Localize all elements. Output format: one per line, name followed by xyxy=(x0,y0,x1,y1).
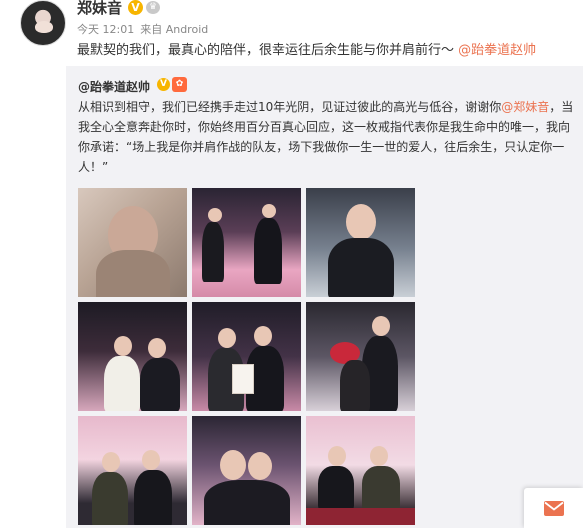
member-badge-icon: ♛ xyxy=(146,1,160,14)
post-source: 来自 Android xyxy=(140,23,209,36)
photo-thumbnail[interactable] xyxy=(78,302,187,411)
post-text: 最默契的我们，最真心的陪伴，很幸运往后余生能与你并肩前行～ @跆拳道赵帅 xyxy=(77,41,577,61)
post-time[interactable]: 今天 12:01 xyxy=(77,23,134,36)
repost-text-before: 从相识到相守，我们已经携手走过10年光阴，见证过彼此的高光与低谷，谢谢你 xyxy=(78,100,502,114)
mail-icon xyxy=(544,501,564,516)
photo-thumbnail[interactable] xyxy=(78,416,187,525)
username[interactable]: 郑妹音 xyxy=(77,0,122,18)
weibo-post: 郑妹音 V ♛ 今天 12:01 来自 Android 最默契的我们，最真心的陪伴… xyxy=(0,0,583,528)
photo-thumbnail[interactable] xyxy=(306,302,415,411)
repost-author[interactable]: @跆拳道赵帅 xyxy=(78,78,150,95)
photo-thumbnail[interactable] xyxy=(78,188,187,297)
avatar[interactable] xyxy=(20,0,66,46)
repost-badge-icon: ✿ xyxy=(172,77,187,92)
photo-thumbnail[interactable] xyxy=(306,188,415,297)
post-body: 最默契的我们，最真心的陪伴，很幸运往后余生能与你并肩前行～ xyxy=(77,43,455,58)
photo-thumbnail[interactable] xyxy=(192,416,301,525)
verified-icon: V xyxy=(128,0,143,15)
photo-thumbnail[interactable] xyxy=(192,188,301,297)
post-meta: 今天 12:01 来自 Android xyxy=(77,21,214,37)
repost-mention-link[interactable]: @郑妹音 xyxy=(501,100,549,114)
repost-verified-icon: V xyxy=(157,78,170,91)
message-button[interactable] xyxy=(524,488,583,528)
photo-thumbnail[interactable] xyxy=(306,416,415,525)
repost-text: 从相识到相守，我们已经携手走过10年光阴，见证过彼此的高光与低谷，谢谢你@郑妹音… xyxy=(78,97,578,177)
post-mention-link[interactable]: @跆拳道赵帅 xyxy=(458,43,536,58)
photo-thumbnail[interactable] xyxy=(192,302,301,411)
repost-card: @跆拳道赵帅 V ✿ 从相识到相守，我们已经携手走过10年光阴，见证过彼此的高光… xyxy=(66,66,583,528)
